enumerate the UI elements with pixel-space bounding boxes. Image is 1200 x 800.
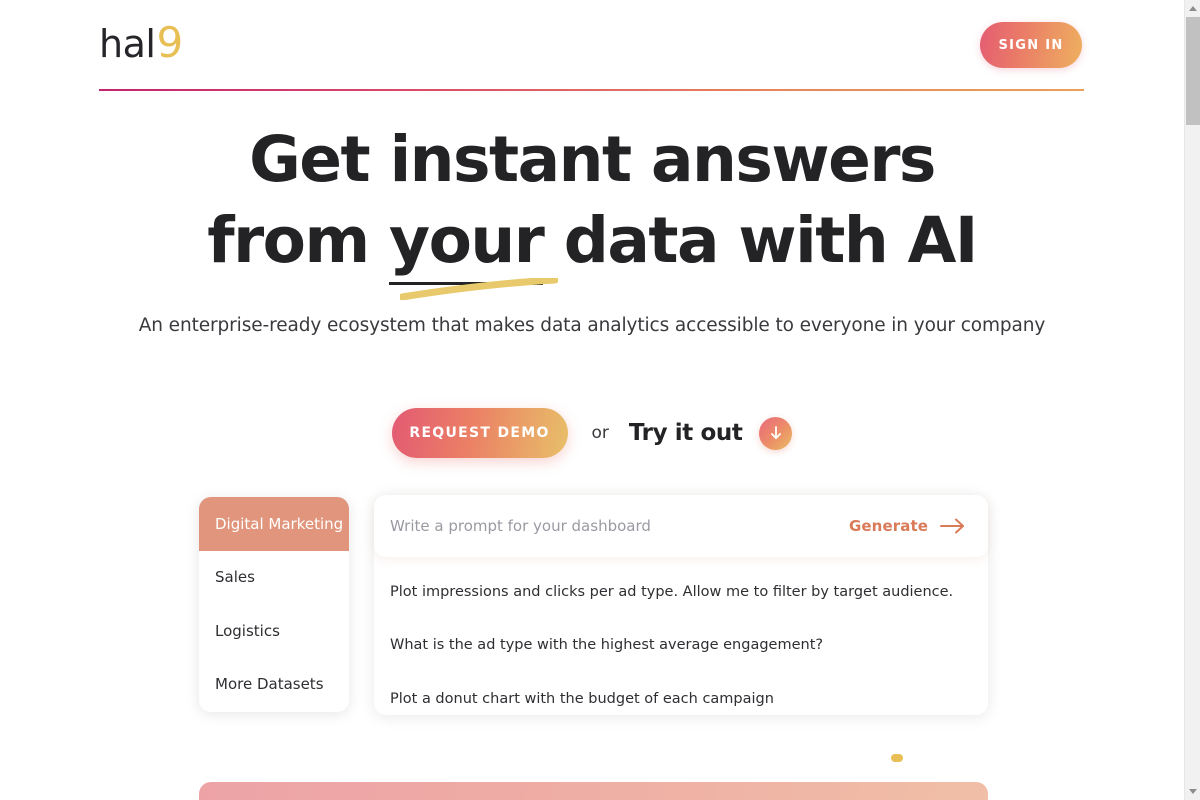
vertical-scrollbar[interactable] xyxy=(1184,0,1200,800)
dashboard-preview-panel xyxy=(199,782,988,800)
suggestion-item[interactable]: Plot impressions and clicks per ad type.… xyxy=(374,565,988,619)
dataset-item-digital-marketing[interactable]: Digital Marketing xyxy=(199,497,349,551)
suggestion-item[interactable]: Plot a donut chart with the budget of ea… xyxy=(374,672,988,726)
page-root: hal 9 SIGN IN Get instant answers from y… xyxy=(0,0,1200,800)
logo-accent-nine: 9 xyxy=(156,18,184,67)
hero-section: Get instant answers from your data with … xyxy=(0,120,1184,336)
sign-in-button[interactable]: SIGN IN xyxy=(980,22,1082,68)
header-divider xyxy=(99,89,1084,91)
suggestion-item[interactable]: What is the ad type with the highest ave… xyxy=(374,619,988,673)
scrollbar-thumb[interactable] xyxy=(1186,17,1200,125)
gold-dot-decoration xyxy=(891,754,903,762)
headline-pre: from xyxy=(207,203,390,277)
scroll-up-arrow-icon xyxy=(1189,6,1197,11)
suggestion-list: Plot impressions and clicks per ad type.… xyxy=(374,557,988,726)
request-demo-button[interactable]: REQUEST DEMO xyxy=(391,408,568,458)
or-label: or xyxy=(591,423,609,443)
hero-subtitle: An enterprise-ready ecosystem that makes… xyxy=(138,315,1046,337)
headline-line-2: from your data with AI xyxy=(0,201,1184,286)
arrow-down-icon xyxy=(771,426,781,440)
scrollbar-down-button[interactable] xyxy=(1185,783,1200,800)
generate-label: Generate xyxy=(848,517,928,535)
dataset-item-sales[interactable]: Sales xyxy=(199,550,349,604)
scroll-down-button[interactable] xyxy=(759,416,793,450)
prompt-input[interactable] xyxy=(390,517,849,535)
site-header: hal 9 SIGN IN xyxy=(0,0,1184,91)
hal9-logo[interactable]: hal 9 xyxy=(99,22,183,64)
generate-button[interactable]: Generate xyxy=(849,517,966,535)
try-it-out-label[interactable]: Try it out xyxy=(629,420,743,446)
headline-post: data with AI xyxy=(543,203,979,277)
prompt-bar: Generate xyxy=(374,495,988,557)
headline-underlined-word: your xyxy=(389,201,545,286)
scrollbar-up-button[interactable] xyxy=(1185,0,1200,17)
page-title: Get instant answers from your data with … xyxy=(0,120,1184,286)
dataset-item-logistics[interactable]: Logistics xyxy=(199,604,349,658)
logo-text: hal xyxy=(99,22,156,66)
dataset-item-more-datasets[interactable]: More Datasets xyxy=(199,657,349,711)
scroll-down-arrow-icon xyxy=(1189,789,1197,794)
arrow-right-icon xyxy=(940,518,964,534)
headline-line-1: Get instant answers xyxy=(249,123,936,196)
cta-row: REQUEST DEMO or Try it out xyxy=(0,408,1184,458)
dataset-list: Digital Marketing Sales Logistics More D… xyxy=(199,497,349,712)
prompt-panel: Generate Plot impressions and clicks per… xyxy=(374,495,988,715)
